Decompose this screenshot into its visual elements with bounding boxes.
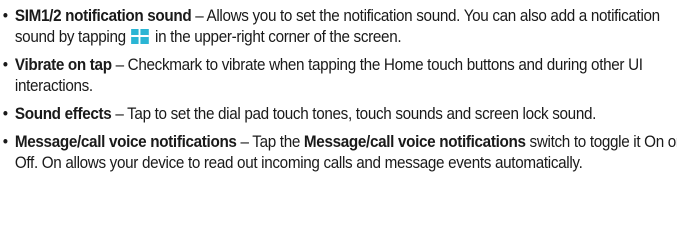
description-text: – Tap to set the dial pad touch tones, t… bbox=[111, 105, 597, 123]
term-vibrate-on-tap: Vibrate on tap bbox=[14, 56, 112, 74]
bullet: • bbox=[2, 56, 8, 74]
list-item-vibrate-on-tap: • Vibrate on tap – Checkmark to vibrate … bbox=[0, 55, 677, 97]
list-item-voice-notifications: • Message/call voice notifications – Tap… bbox=[0, 132, 677, 174]
bullet: • bbox=[2, 7, 8, 25]
inline-setting-name: Message/call voice notifications bbox=[303, 133, 526, 151]
list-item-sim-notification-sound: • SIM1/2 notification sound – Allows you… bbox=[0, 6, 677, 48]
term-voice-notifications: Message/call voice notifications bbox=[14, 133, 237, 151]
description-text: – Tap the bbox=[236, 133, 304, 151]
settings-description-list: • SIM1/2 notification sound – Allows you… bbox=[0, 0, 677, 248]
bullet: • bbox=[2, 133, 8, 151]
description-text: in the upper-right corner of the screen. bbox=[151, 28, 402, 46]
plus-icon bbox=[131, 29, 150, 44]
list-item-sound-effects: • Sound effects – Tap to set the dial pa… bbox=[0, 104, 677, 125]
bullet: • bbox=[2, 105, 8, 123]
term-sound-effects: Sound effects bbox=[14, 105, 112, 123]
term-sim-notification-sound: SIM1/2 notification sound bbox=[14, 7, 192, 25]
